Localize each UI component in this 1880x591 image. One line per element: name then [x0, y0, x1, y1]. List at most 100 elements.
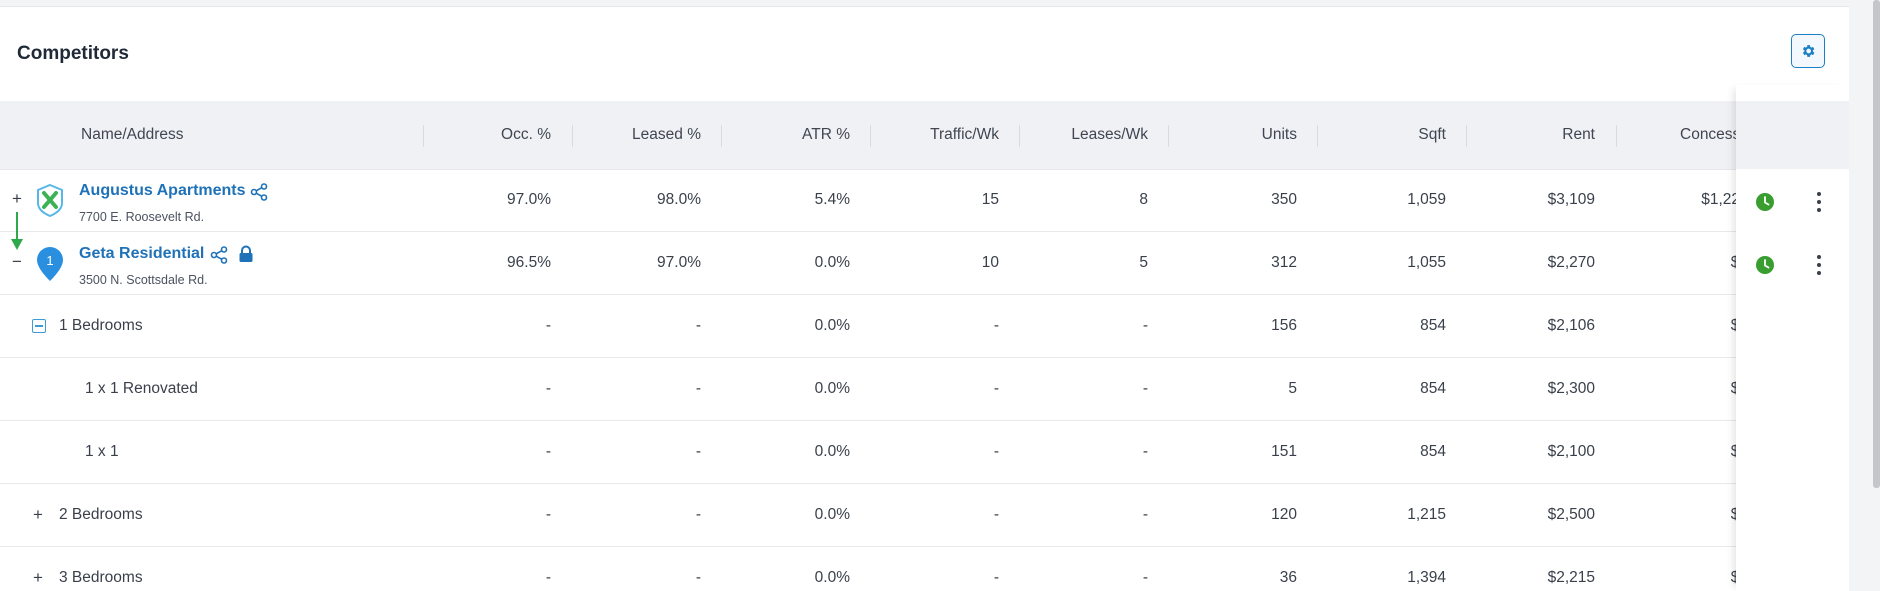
map-pin-icon: 1 [37, 247, 63, 281]
column-header-sqft[interactable]: Sqft [1327, 101, 1446, 169]
column-header-rent[interactable]: Rent [1476, 101, 1595, 169]
scrollbar-thumb[interactable] [1873, 0, 1880, 488]
traffic-cell: 10 [981, 254, 999, 271]
rent-cell: $2,106 [1547, 317, 1595, 334]
units-cell: 350 [1271, 191, 1297, 208]
share-icon[interactable] [210, 246, 228, 264]
property-name-link[interactable]: Geta Residential [79, 244, 204, 264]
column-header-units[interactable]: Units [1178, 101, 1297, 169]
traffic-cell: - [993, 317, 999, 334]
column-header-atr[interactable]: ATR % [730, 101, 850, 169]
leases-cell: - [1142, 443, 1148, 460]
units-cell: 5 [1288, 380, 1297, 397]
leases-cell: - [1142, 569, 1148, 586]
table-row: − 1 Geta Residential 3500 N. Scottsdale … [0, 232, 1849, 295]
leased-cell: - [695, 443, 701, 460]
leased-cell: - [695, 506, 701, 523]
units-cell: 312 [1271, 254, 1297, 271]
atr-cell: 0.0% [814, 569, 850, 586]
leased-cell: - [695, 317, 701, 334]
card-title: Competitors [17, 43, 129, 64]
x-logo-icon [37, 183, 63, 217]
sqft-cell: 1,394 [1407, 569, 1446, 586]
sqft-cell: 854 [1420, 317, 1446, 334]
units-cell: 36 [1279, 569, 1297, 586]
floorplan-label: 1 x 1 [85, 443, 119, 460]
leases-cell: - [1142, 506, 1148, 523]
table-row: + 3 Bedrooms - - 0.0% - - 36 1,394 $2,21… [0, 547, 1849, 591]
settings-button[interactable] [1791, 34, 1825, 68]
leased-cell: - [695, 569, 701, 586]
column-header-traffic[interactable]: Traffic/Wk [879, 101, 999, 169]
occ-cell: 96.5% [507, 254, 551, 271]
traffic-cell: - [993, 506, 999, 523]
traffic-cell: - [993, 380, 999, 397]
sqft-cell: 1,215 [1407, 506, 1446, 523]
leases-cell: - [1142, 317, 1148, 334]
column-header-name[interactable]: Name/Address [81, 101, 381, 169]
move-down-arrow-icon [11, 212, 23, 250]
column-header-leases[interactable]: Leases/Wk [1029, 101, 1148, 169]
clock-icon[interactable] [1756, 193, 1774, 211]
concess-cell: $0 [1600, 232, 1736, 294]
occ-cell: - [545, 317, 551, 334]
gear-icon [1802, 45, 1815, 57]
property-address: 3500 N. Scottsdale Rd. [79, 273, 208, 287]
units-cell: 120 [1271, 506, 1297, 523]
table-row: + 2 Bedrooms - - 0.0% - - 120 1,215 $2,5… [0, 484, 1849, 547]
table-row: + Augustus Apartments 7700 E. Roosevelt … [0, 169, 1849, 232]
concess-cell: $0 [1600, 484, 1736, 546]
rent-cell: $3,109 [1547, 191, 1595, 208]
occ-cell: - [545, 506, 551, 523]
rent-cell: $2,270 [1547, 254, 1595, 271]
atr-cell: 0.0% [814, 254, 850, 271]
units-cell: 151 [1271, 443, 1297, 460]
atr-cell: 0.0% [814, 443, 850, 460]
floorplan-label: 1 x 1 Renovated [85, 380, 198, 397]
leases-cell: - [1142, 380, 1148, 397]
atr-cell: 5.4% [814, 191, 850, 208]
table-row: 1 x 1 Renovated - - 0.0% - - 5 854 $2,30… [0, 358, 1849, 421]
sqft-cell: 1,059 [1407, 191, 1446, 208]
property-name-link[interactable]: Augustus Apartments [79, 181, 246, 201]
lock-icon [239, 245, 253, 262]
column-header-leased[interactable]: Leased % [580, 101, 701, 169]
occ-cell: - [545, 380, 551, 397]
leased-cell: 97.0% [657, 254, 701, 271]
property-address: 7700 E. Roosevelt Rd. [79, 210, 205, 224]
sticky-actions-column [1736, 85, 1849, 591]
traffic-cell: - [993, 443, 999, 460]
occ-cell: - [545, 569, 551, 586]
concess-cell: $0 [1600, 421, 1736, 483]
leased-cell: 98.0% [657, 191, 701, 208]
pin-badge-number: 1 [46, 253, 53, 268]
expand-group-toggle[interactable]: + [33, 506, 43, 524]
expand-group-toggle[interactable]: + [33, 569, 43, 587]
column-header-occ[interactable]: Occ. % [430, 101, 551, 169]
clock-icon[interactable] [1756, 256, 1774, 274]
unit-group-label: 2 Bedrooms [59, 506, 143, 523]
occ-cell: 97.0% [507, 191, 551, 208]
unit-group-label: 3 Bedrooms [59, 569, 143, 586]
sqft-cell: 1,055 [1407, 254, 1446, 271]
unit-group-label: 1 Bedrooms [59, 317, 143, 334]
column-header-concess[interactable]: Concess [1680, 101, 1736, 169]
sqft-cell: 854 [1420, 380, 1446, 397]
more-vertical-icon[interactable] [1809, 253, 1829, 277]
expand-toggle[interactable]: + [12, 190, 22, 208]
more-vertical-icon[interactable] [1809, 190, 1829, 214]
share-icon[interactable] [250, 183, 268, 201]
leases-cell: 5 [1139, 254, 1148, 271]
competitors-card: Competitors Name/Address Occ. % Leased %… [0, 6, 1849, 591]
occ-cell: - [545, 443, 551, 460]
atr-cell: 0.0% [814, 506, 850, 523]
traffic-cell: - [993, 569, 999, 586]
table-header: Name/Address Occ. % Leased % ATR % Traff… [0, 101, 1849, 170]
concess-cell: $1,22 [1701, 191, 1736, 208]
collapse-toggle[interactable]: − [12, 253, 22, 271]
rent-cell: $2,215 [1547, 569, 1595, 586]
sqft-cell: 854 [1420, 443, 1446, 460]
leases-cell: 8 [1139, 191, 1148, 208]
concess-cell: $0 [1600, 547, 1736, 591]
collapse-group-toggle[interactable] [32, 319, 46, 333]
